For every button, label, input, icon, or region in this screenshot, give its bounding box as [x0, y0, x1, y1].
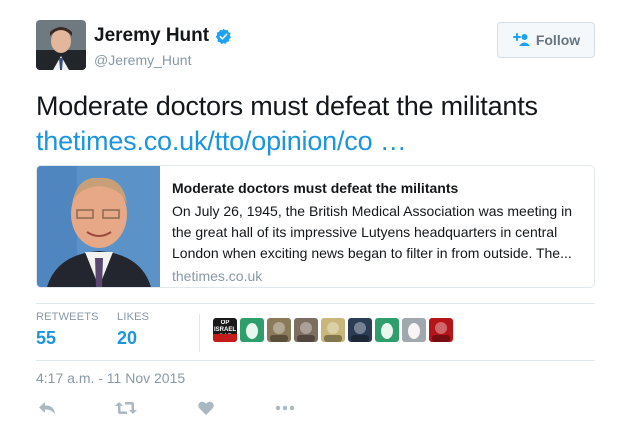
- stats-top-divider: [36, 303, 595, 304]
- liker-avatar[interactable]: OP ISRAEL GAZ: [213, 318, 237, 342]
- retweets-count: 55: [36, 328, 57, 348]
- liker-avatar[interactable]: [321, 318, 345, 342]
- liker-avatar[interactable]: [348, 318, 372, 342]
- card-thumbnail: [37, 166, 160, 287]
- verified-badge-icon: [215, 28, 232, 45]
- link-card[interactable]: Moderate doctors must defeat the militan…: [36, 165, 595, 288]
- retweet-icon[interactable]: [115, 398, 137, 418]
- liker-avatars: OP ISRAEL GAZ: [213, 318, 456, 342]
- stats-separator: [199, 314, 200, 352]
- author-name[interactable]: Jeremy Hunt: [94, 25, 232, 47]
- likes-count: 20: [117, 328, 138, 348]
- stats-bottom-divider: [36, 360, 595, 361]
- liker-avatar[interactable]: [375, 318, 399, 342]
- tweet-link[interactable]: thetimes.co.uk/tto/opinion/co …: [36, 123, 407, 159]
- likes-label: LIKES: [117, 311, 150, 323]
- add-user-icon: [512, 33, 530, 47]
- author-avatar[interactable]: [36, 20, 86, 70]
- liker-avatar[interactable]: [267, 318, 291, 342]
- likes-stat[interactable]: LIKES 20: [117, 311, 149, 349]
- liker-avatar[interactable]: [402, 318, 426, 342]
- liker-avatar[interactable]: [294, 318, 318, 342]
- tweet-text: Moderate doctors must defeat the militan…: [36, 91, 538, 121]
- reply-icon[interactable]: [36, 398, 58, 418]
- card-title: Moderate doctors must defeat the militan…: [172, 180, 459, 196]
- follow-button-label: Follow: [535, 32, 581, 48]
- follow-button[interactable]: Follow: [497, 22, 595, 58]
- retweets-stat[interactable]: RETWEETS 55: [36, 311, 99, 349]
- liker-avatar[interactable]: [240, 318, 264, 342]
- tweet-timestamp[interactable]: 4:17 a.m. - 11 Nov 2015: [36, 370, 185, 386]
- author-handle[interactable]: @Jeremy_Hunt: [94, 52, 191, 68]
- more-icon[interactable]: [274, 398, 296, 418]
- author-name-text[interactable]: Jeremy Hunt: [94, 25, 209, 47]
- card-domain: thetimes.co.uk: [172, 268, 263, 284]
- retweets-label: RETWEETS: [36, 311, 99, 323]
- card-description: On July 26, 1945, the British Medical As…: [172, 203, 572, 261]
- tweet-actions: [36, 398, 296, 418]
- like-icon[interactable]: [195, 398, 217, 418]
- liker-avatar[interactable]: [429, 318, 453, 342]
